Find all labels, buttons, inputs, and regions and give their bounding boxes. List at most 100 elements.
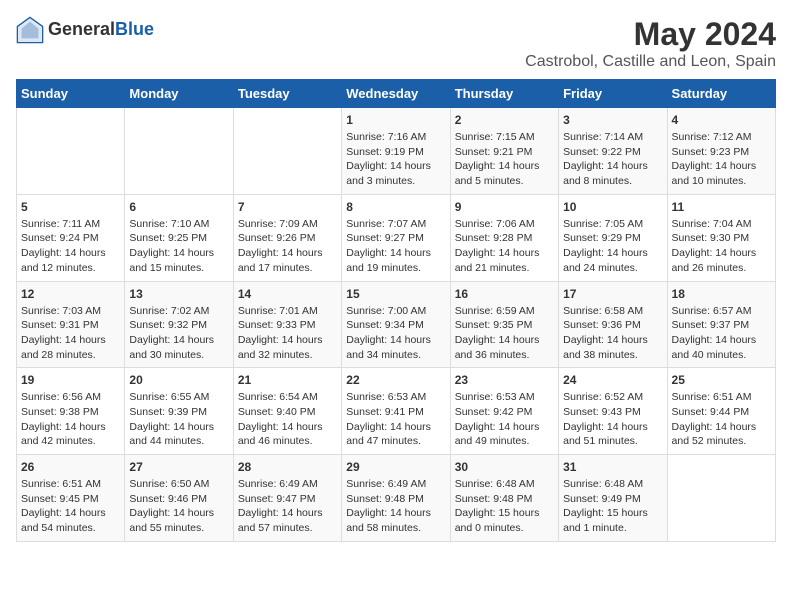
- sunset-text: Sunset: 9:39 PM: [129, 406, 207, 418]
- calendar-cell: 14 Sunrise: 7:01 AM Sunset: 9:33 PM Dayl…: [233, 281, 341, 368]
- cell-info: Sunrise: 6:52 AM Sunset: 9:43 PM Dayligh…: [563, 390, 662, 449]
- sunset-text: Sunset: 9:25 PM: [129, 232, 207, 244]
- daylight-text: Daylight: 14 hours and 30 minutes.: [129, 334, 214, 361]
- sunset-text: Sunset: 9:27 PM: [346, 232, 424, 244]
- calendar-cell: 12 Sunrise: 7:03 AM Sunset: 9:31 PM Dayl…: [17, 281, 125, 368]
- calendar-cell: 24 Sunrise: 6:52 AM Sunset: 9:43 PM Dayl…: [559, 368, 667, 455]
- calendar-cell: 11 Sunrise: 7:04 AM Sunset: 9:30 PM Dayl…: [667, 194, 775, 281]
- daylight-text: Daylight: 14 hours and 54 minutes.: [21, 507, 106, 534]
- daylight-text: Daylight: 14 hours and 44 minutes.: [129, 421, 214, 448]
- logo: GeneralBlue: [16, 16, 154, 44]
- sunset-text: Sunset: 9:34 PM: [346, 319, 424, 331]
- daylight-text: Daylight: 14 hours and 55 minutes.: [129, 507, 214, 534]
- cell-info: Sunrise: 6:49 AM Sunset: 9:48 PM Dayligh…: [346, 477, 445, 536]
- daylight-text: Daylight: 14 hours and 34 minutes.: [346, 334, 431, 361]
- daylight-text: Daylight: 14 hours and 57 minutes.: [238, 507, 323, 534]
- calendar-cell: 9 Sunrise: 7:06 AM Sunset: 9:28 PM Dayli…: [450, 194, 558, 281]
- day-number: 25: [672, 373, 771, 387]
- cell-info: Sunrise: 7:00 AM Sunset: 9:34 PM Dayligh…: [346, 304, 445, 363]
- day-number: 28: [238, 460, 337, 474]
- cell-info: Sunrise: 7:16 AM Sunset: 9:19 PM Dayligh…: [346, 130, 445, 189]
- sunset-text: Sunset: 9:22 PM: [563, 146, 641, 158]
- daylight-text: Daylight: 14 hours and 51 minutes.: [563, 421, 648, 448]
- daylight-text: Daylight: 14 hours and 49 minutes.: [455, 421, 540, 448]
- daylight-text: Daylight: 14 hours and 10 minutes.: [672, 160, 757, 187]
- sunrise-text: Sunrise: 7:11 AM: [21, 218, 100, 230]
- sunrise-text: Sunrise: 6:49 AM: [346, 478, 426, 490]
- daylight-text: Daylight: 14 hours and 28 minutes.: [21, 334, 106, 361]
- sunrise-text: Sunrise: 6:58 AM: [563, 305, 643, 317]
- cell-info: Sunrise: 6:50 AM Sunset: 9:46 PM Dayligh…: [129, 477, 228, 536]
- sunset-text: Sunset: 9:46 PM: [129, 493, 207, 505]
- calendar-cell: 3 Sunrise: 7:14 AM Sunset: 9:22 PM Dayli…: [559, 108, 667, 195]
- sunset-text: Sunset: 9:43 PM: [563, 406, 641, 418]
- sunrise-text: Sunrise: 6:52 AM: [563, 391, 643, 403]
- sunset-text: Sunset: 9:48 PM: [346, 493, 424, 505]
- day-header-friday: Friday: [559, 80, 667, 108]
- day-number: 4: [672, 113, 771, 127]
- sunset-text: Sunset: 9:24 PM: [21, 232, 99, 244]
- calendar-cell: 6 Sunrise: 7:10 AM Sunset: 9:25 PM Dayli…: [125, 194, 233, 281]
- calendar-cell: 22 Sunrise: 6:53 AM Sunset: 9:41 PM Dayl…: [342, 368, 450, 455]
- calendar-body: 1 Sunrise: 7:16 AM Sunset: 9:19 PM Dayli…: [17, 108, 776, 542]
- sunset-text: Sunset: 9:40 PM: [238, 406, 316, 418]
- day-number: 8: [346, 200, 445, 214]
- sunset-text: Sunset: 9:28 PM: [455, 232, 533, 244]
- calendar-cell: 17 Sunrise: 6:58 AM Sunset: 9:36 PM Dayl…: [559, 281, 667, 368]
- calendar-week-2: 5 Sunrise: 7:11 AM Sunset: 9:24 PM Dayli…: [17, 194, 776, 281]
- cell-info: Sunrise: 6:49 AM Sunset: 9:47 PM Dayligh…: [238, 477, 337, 536]
- calendar-cell: 5 Sunrise: 7:11 AM Sunset: 9:24 PM Dayli…: [17, 194, 125, 281]
- calendar-cell: 8 Sunrise: 7:07 AM Sunset: 9:27 PM Dayli…: [342, 194, 450, 281]
- cell-info: Sunrise: 7:12 AM Sunset: 9:23 PM Dayligh…: [672, 130, 771, 189]
- cell-info: Sunrise: 6:48 AM Sunset: 9:49 PM Dayligh…: [563, 477, 662, 536]
- title-block: May 2024 Castrobol, Castille and Leon, S…: [525, 16, 776, 71]
- day-number: 31: [563, 460, 662, 474]
- daylight-text: Daylight: 14 hours and 47 minutes.: [346, 421, 431, 448]
- daylight-text: Daylight: 14 hours and 12 minutes.: [21, 247, 106, 274]
- calendar-cell: 23 Sunrise: 6:53 AM Sunset: 9:42 PM Dayl…: [450, 368, 558, 455]
- page-title: May 2024: [525, 16, 776, 53]
- daylight-text: Daylight: 14 hours and 19 minutes.: [346, 247, 431, 274]
- day-number: 17: [563, 287, 662, 301]
- daylight-text: Daylight: 14 hours and 38 minutes.: [563, 334, 648, 361]
- sunset-text: Sunset: 9:44 PM: [672, 406, 750, 418]
- sunrise-text: Sunrise: 6:53 AM: [455, 391, 535, 403]
- calendar-week-4: 19 Sunrise: 6:56 AM Sunset: 9:38 PM Dayl…: [17, 368, 776, 455]
- sunrise-text: Sunrise: 7:01 AM: [238, 305, 318, 317]
- day-number: 12: [21, 287, 120, 301]
- sunset-text: Sunset: 9:31 PM: [21, 319, 99, 331]
- day-number: 23: [455, 373, 554, 387]
- sunset-text: Sunset: 9:45 PM: [21, 493, 99, 505]
- calendar-cell: 20 Sunrise: 6:55 AM Sunset: 9:39 PM Dayl…: [125, 368, 233, 455]
- calendar-cell: 15 Sunrise: 7:00 AM Sunset: 9:34 PM Dayl…: [342, 281, 450, 368]
- day-number: 22: [346, 373, 445, 387]
- sunset-text: Sunset: 9:37 PM: [672, 319, 750, 331]
- day-number: 21: [238, 373, 337, 387]
- day-number: 19: [21, 373, 120, 387]
- sunset-text: Sunset: 9:30 PM: [672, 232, 750, 244]
- daylight-text: Daylight: 14 hours and 3 minutes.: [346, 160, 431, 187]
- sunrise-text: Sunrise: 6:54 AM: [238, 391, 318, 403]
- calendar-cell: 31 Sunrise: 6:48 AM Sunset: 9:49 PM Dayl…: [559, 455, 667, 542]
- sunrise-text: Sunrise: 7:15 AM: [455, 131, 535, 143]
- daylight-text: Daylight: 14 hours and 42 minutes.: [21, 421, 106, 448]
- calendar-week-1: 1 Sunrise: 7:16 AM Sunset: 9:19 PM Dayli…: [17, 108, 776, 195]
- day-number: 13: [129, 287, 228, 301]
- sunrise-text: Sunrise: 6:57 AM: [672, 305, 752, 317]
- day-number: 7: [238, 200, 337, 214]
- daylight-text: Daylight: 14 hours and 8 minutes.: [563, 160, 648, 187]
- sunrise-text: Sunrise: 6:51 AM: [21, 478, 101, 490]
- cell-info: Sunrise: 7:11 AM Sunset: 9:24 PM Dayligh…: [21, 217, 120, 276]
- sunrise-text: Sunrise: 6:50 AM: [129, 478, 209, 490]
- cell-info: Sunrise: 6:51 AM Sunset: 9:45 PM Dayligh…: [21, 477, 120, 536]
- calendar-cell: [125, 108, 233, 195]
- day-header-wednesday: Wednesday: [342, 80, 450, 108]
- day-number: 29: [346, 460, 445, 474]
- sunrise-text: Sunrise: 7:00 AM: [346, 305, 426, 317]
- daylight-text: Daylight: 14 hours and 52 minutes.: [672, 421, 757, 448]
- cell-info: Sunrise: 6:59 AM Sunset: 9:35 PM Dayligh…: [455, 304, 554, 363]
- day-number: 10: [563, 200, 662, 214]
- cell-info: Sunrise: 6:56 AM Sunset: 9:38 PM Dayligh…: [21, 390, 120, 449]
- sunset-text: Sunset: 9:19 PM: [346, 146, 424, 158]
- sunrise-text: Sunrise: 7:16 AM: [346, 131, 426, 143]
